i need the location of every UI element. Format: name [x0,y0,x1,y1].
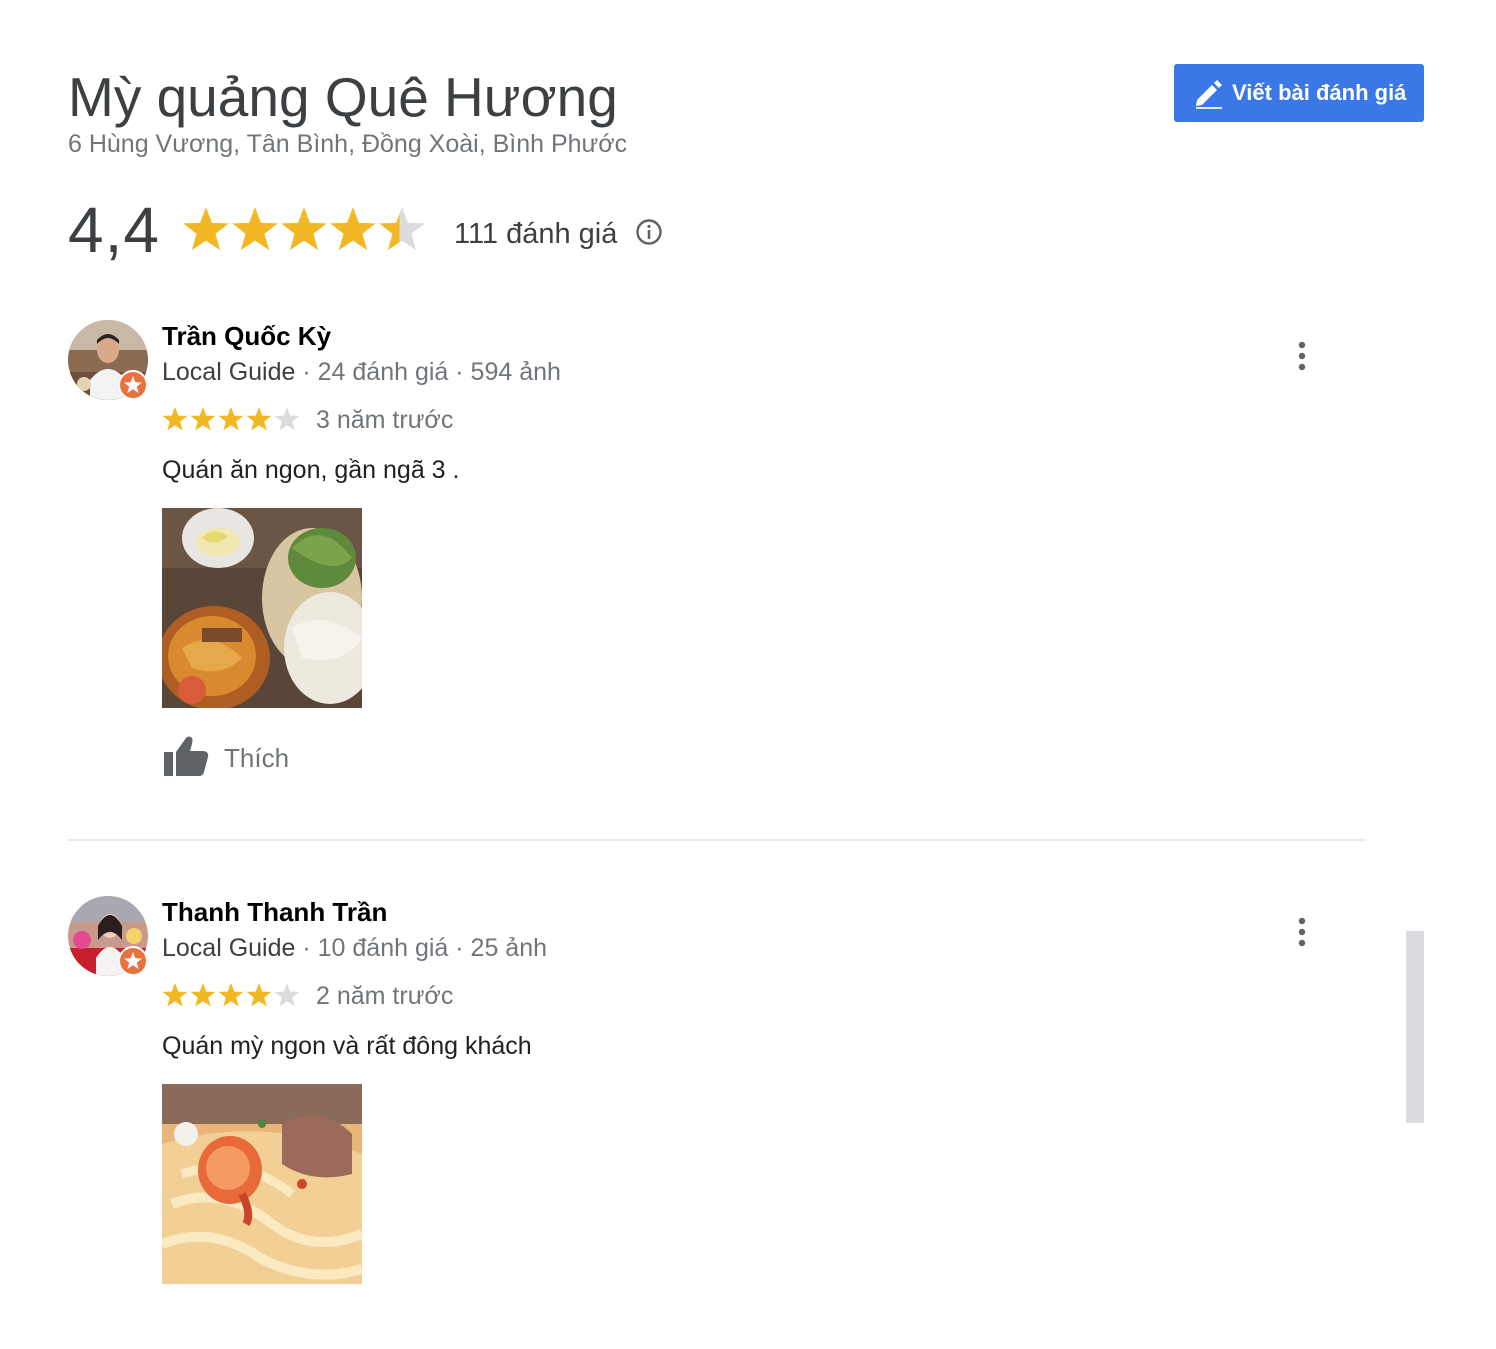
reviewer-meta: Local Guide · 24 đánh giá · 594 ảnh [162,356,561,388]
reviewer-meta: Local Guide · 10 đánh giá · 25 ảnh [162,932,547,964]
review-item: Trần Quốc Kỳ Local Guide · 24 đánh giá ·… [68,320,1368,800]
info-icon[interactable] [635,210,663,251]
scrollbar-thumb[interactable] [1406,931,1424,1123]
write-review-label: Viết bài đánh giá [1232,80,1407,105]
review-item: Thanh Thanh Trần Local Guide · 10 đánh g… [68,896,1368,1296]
reviewer-name[interactable]: Thanh Thanh Trần [162,896,387,928]
rating-summary: 4,4 111 đánh giá [68,190,663,270]
review-divider [68,839,1366,841]
star-full [183,207,229,251]
review-photo[interactable] [162,1084,362,1284]
rating-score: 4,4 [68,194,160,266]
review-photo[interactable] [162,508,362,708]
reviewer-stats: · 10 đánh giá · 25 ảnh [295,934,548,962]
local-guide-badge-icon [118,370,148,400]
write-review-button[interactable]: Viết bài đánh giá [1174,64,1424,122]
more-options-icon[interactable] [1290,914,1314,950]
star-full [330,207,376,251]
place-title: Mỳ quảng Quê Hương [68,66,618,128]
like-label: Thích [224,743,290,773]
like-button[interactable]: Thích [162,734,289,783]
local-guide-label: Local Guide [162,358,296,386]
place-address: 6 Hùng Vương, Tân Bình, Đồng Xoài, Bình … [68,130,628,158]
star-full [232,207,278,251]
review-time: 3 năm trước [316,406,454,434]
thumbs-up-icon [162,734,210,783]
review-count[interactable]: 111 đánh giá [454,210,617,251]
review-text: Quán ăn ngon, gần ngã 3 . [162,456,460,484]
star-full [281,207,327,251]
reviewer-stats: · 24 đánh giá · 594 ảnh [295,358,561,386]
local-guide-badge-icon [118,946,148,976]
review-text: Quán mỳ ngon và rất đông khách [162,1032,532,1060]
star-partial [379,207,425,251]
review-stars [162,404,302,436]
local-guide-label: Local Guide [162,934,296,962]
review-time: 2 năm trước [316,982,454,1010]
more-options-icon[interactable] [1290,338,1314,374]
review-stars [162,980,302,1012]
reviewer-name[interactable]: Trần Quốc Kỳ [162,320,331,352]
rating-stars [182,205,428,255]
pencil-icon [1190,75,1226,111]
avatar[interactable] [68,896,150,978]
avatar[interactable] [68,320,150,402]
